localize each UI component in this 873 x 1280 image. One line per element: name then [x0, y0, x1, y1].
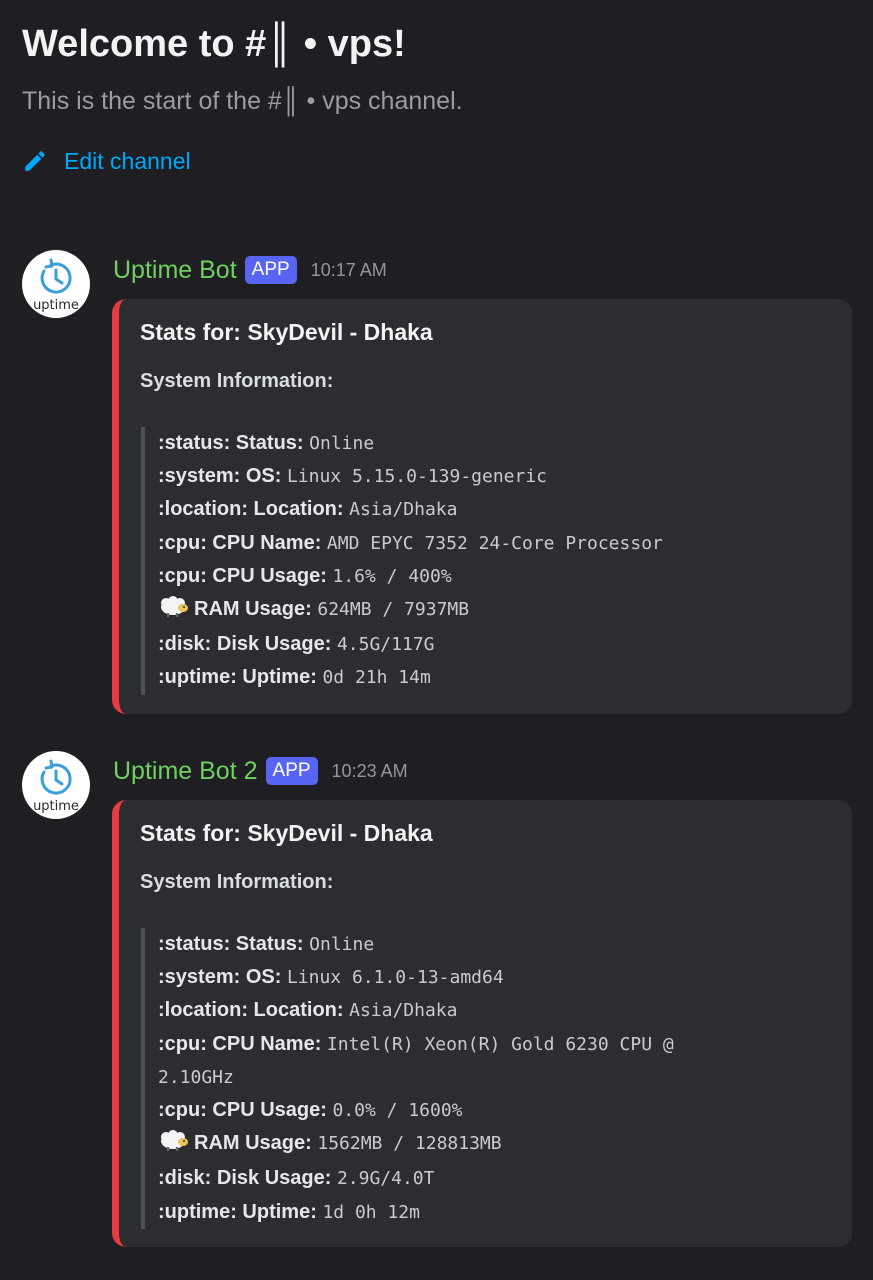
stat-row-ram: RAM Usage: 1562MB / 128813MB	[158, 1127, 674, 1162]
stat-label: :disk: Disk Usage:	[158, 1167, 332, 1190]
embed-title: Stats for: SkyDevil - Dhaka	[140, 319, 433, 345]
stat-label: :cpu: CPU Name:	[158, 1032, 322, 1055]
uptime-clock-icon	[40, 759, 72, 795]
stat-label: :uptime: Uptime:	[158, 1200, 317, 1223]
stat-row-location: :location: Location: Asia/Dhaka	[158, 493, 663, 526]
message-header: Uptime Bot 2 APP 10:23 AM	[113, 755, 408, 787]
stat-row-location: :location: Location: Asia/Dhaka	[158, 994, 674, 1027]
channel-welcome-subtitle: This is the start of the #║ • vps channe…	[22, 87, 463, 115]
avatar[interactable]: uptime	[22, 250, 90, 318]
embed-field-name: System Information:	[140, 871, 334, 893]
stat-row-cpu-name: :cpu: CPU Name: AMD EPYC 7352 24-Core Pr…	[158, 527, 663, 560]
message-header: Uptime Bot APP 10:17 AM	[113, 254, 387, 286]
stat-value: Intel(R) Xeon(R) Gold 6230 CPU @	[326, 1033, 674, 1055]
stats-blockquote: :status: Status: Online :system: OS: Lin…	[141, 928, 674, 1229]
stat-value: Linux 6.1.0-13-amd64	[286, 967, 504, 989]
stat-value: 0d 21h 14m	[322, 667, 431, 689]
stat-label: :system: OS:	[158, 465, 282, 488]
stat-value-continuation: 2.10GHz	[158, 1066, 234, 1088]
stat-row-uptime: :uptime: Uptime: 0d 21h 14m	[158, 661, 663, 694]
stat-row-os: :system: OS: Linux 5.15.0-139-generic	[158, 460, 663, 493]
pencil-icon	[22, 148, 48, 174]
stat-row-os: :system: OS: Linux 6.1.0-13-amd64	[158, 961, 674, 994]
stat-label: :status: Status:	[158, 933, 304, 955]
stat-row-disk: :disk: Disk Usage: 2.9G/4.0T	[158, 1162, 674, 1195]
stat-label: :cpu: CPU Usage:	[158, 564, 327, 587]
ram-sheep-emoji-icon	[158, 596, 190, 628]
message-timestamp: 10:17 AM	[310, 260, 387, 280]
ram-sheep-emoji-icon	[158, 1130, 190, 1162]
stat-value: 2.9G/4.0T	[336, 1168, 435, 1190]
author-name[interactable]: Uptime Bot 2	[113, 755, 258, 787]
embed-title: Stats for: SkyDevil - Dhaka	[140, 820, 433, 846]
stat-label: :uptime: Uptime:	[158, 666, 317, 689]
stat-value: 0.0% / 1600%	[332, 1100, 463, 1122]
stat-label: :cpu: CPU Name:	[158, 531, 322, 554]
stat-label: :system: OS:	[158, 966, 282, 989]
avatar-label: uptime	[33, 798, 79, 814]
app-badge: APP	[265, 757, 318, 785]
embed: Stats for: SkyDevil - Dhaka System Infor…	[112, 299, 852, 714]
embed: Stats for: SkyDevil - Dhaka System Infor…	[112, 800, 852, 1247]
stat-label: :cpu: CPU Usage:	[158, 1099, 327, 1122]
message-timestamp: 10:23 AM	[331, 761, 408, 781]
author-name[interactable]: Uptime Bot	[113, 254, 237, 286]
discord-channel-view: Welcome to #║ • vps! This is the start o…	[0, 0, 873, 1280]
stat-label: RAM Usage:	[194, 598, 312, 621]
avatar-label: uptime	[33, 297, 79, 313]
edit-channel-label: Edit channel	[64, 148, 191, 174]
stat-row-cpu-name-continued: 2.10GHz	[158, 1061, 674, 1094]
stat-row-cpu-usage: :cpu: CPU Usage: 0.0% / 1600%	[158, 1094, 674, 1127]
stat-value: 1.6% / 400%	[332, 565, 452, 587]
embed-field-name: System Information:	[140, 370, 334, 392]
stat-label: :location: Location:	[158, 498, 344, 521]
stat-row-ram: RAM Usage: 624MB / 7937MB	[158, 593, 663, 628]
stat-row-status: :status: Status: Online	[158, 928, 674, 961]
stat-value: Asia/Dhaka	[349, 1000, 458, 1022]
stat-row-uptime: :uptime: Uptime: 1d 0h 12m	[158, 1196, 674, 1229]
stat-label: :status: Status:	[158, 432, 304, 454]
uptime-clock-icon	[40, 258, 72, 294]
avatar[interactable]: uptime	[22, 751, 90, 819]
stat-value: AMD EPYC 7352 24-Core Processor	[326, 532, 663, 554]
stat-row-disk: :disk: Disk Usage: 4.5G/117G	[158, 628, 663, 661]
stat-value: Online	[309, 433, 375, 454]
stat-value: Linux 5.15.0-139-generic	[286, 466, 548, 488]
stat-value: 624MB / 7937MB	[317, 599, 470, 621]
edit-channel-link[interactable]: Edit channel	[22, 146, 191, 176]
stat-label: :disk: Disk Usage:	[158, 633, 332, 656]
stat-value: 1562MB / 128813MB	[317, 1133, 502, 1155]
stat-value: 4.5G/117G	[336, 634, 435, 656]
stat-label: RAM Usage:	[194, 1132, 312, 1155]
stats-blockquote: :status: Status: Online :system: OS: Lin…	[141, 427, 663, 695]
stat-label: :location: Location:	[158, 999, 344, 1022]
app-badge: APP	[244, 256, 297, 284]
channel-welcome-title: Welcome to #║ • vps!	[22, 23, 406, 65]
stat-row-cpu-name: :cpu: CPU Name: Intel(R) Xeon(R) Gold 62…	[158, 1028, 674, 1061]
stat-value: Online	[309, 934, 375, 955]
stat-row-cpu-usage: :cpu: CPU Usage: 1.6% / 400%	[158, 560, 663, 593]
stat-row-status: :status: Status: Online	[158, 427, 663, 460]
stat-value: 1d 0h 12m	[322, 1201, 420, 1223]
stat-value: Asia/Dhaka	[349, 499, 458, 521]
